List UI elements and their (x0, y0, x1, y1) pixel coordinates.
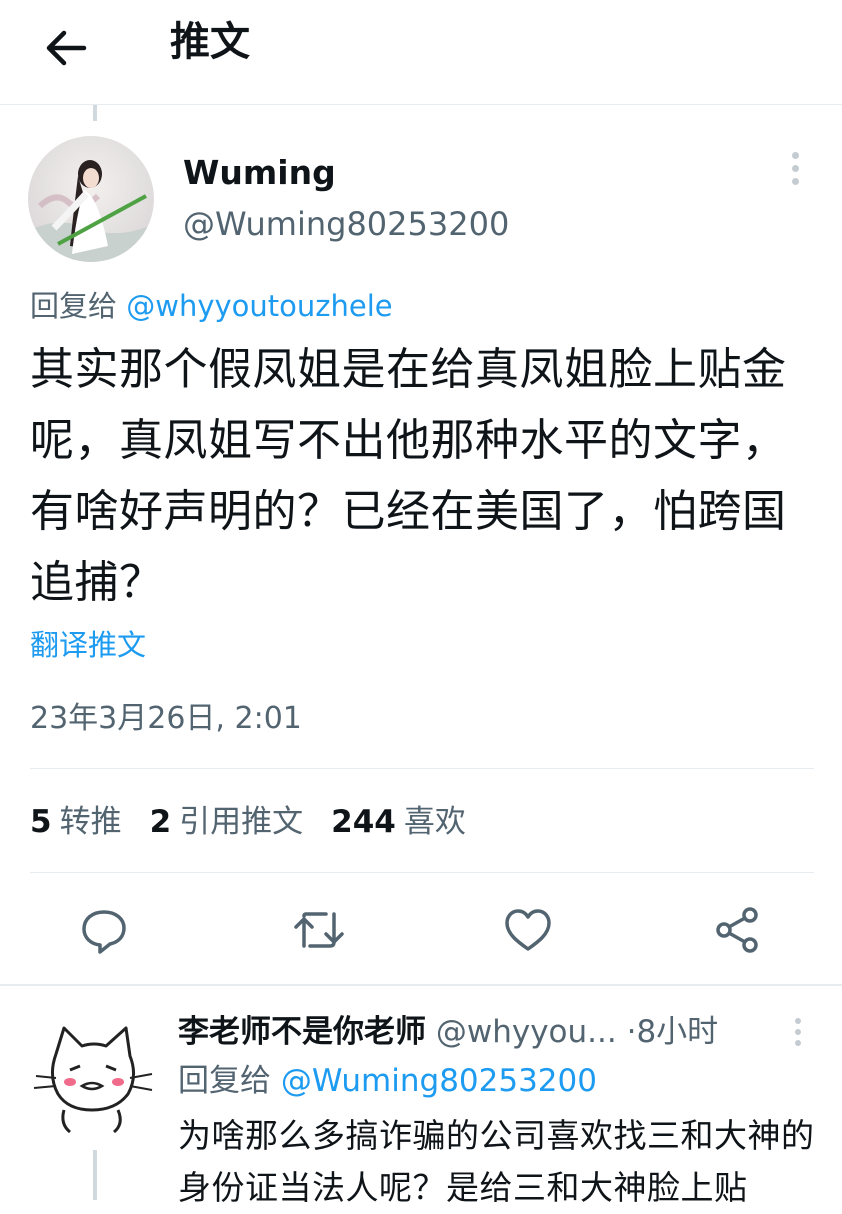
replying-to: 回复给 @whyyoutouzhele (30, 284, 393, 328)
retweet-button[interactable] (290, 902, 346, 958)
cat-sketch-avatar (30, 1014, 156, 1140)
translate-link[interactable]: 翻译推文 (30, 622, 146, 668)
avatar[interactable] (28, 136, 154, 262)
retweet-label[interactable]: 转推 (60, 804, 122, 840)
like-icon (505, 909, 551, 951)
retweet-icon (294, 912, 344, 948)
more-dots-icon (791, 152, 799, 159)
share-icon (716, 907, 758, 953)
reply-replying-to: 回复给 @Wuming80253200 (178, 1058, 597, 1104)
avatar-image (28, 136, 154, 262)
top-bar: 推文 (0, 0, 842, 105)
author-handle[interactable]: @Wuming80253200 (183, 202, 509, 246)
reply-thread-connector (93, 1150, 97, 1200)
like-count[interactable]: 244 (331, 804, 396, 840)
reply-text: 为啥那么多搞诈骗的公司喜欢找三和大神的身份证当法人呢？是给三和大神脸上贴 (178, 1116, 815, 1207)
reply-more-options-button[interactable] (788, 1018, 808, 1058)
quote-count[interactable]: 2 (150, 804, 172, 840)
reply-author-name[interactable]: 李老师不是你老师 (178, 1014, 426, 1050)
section-divider (0, 984, 842, 986)
tweet-stats: 5 转推 2 引用推文 244 喜欢 (30, 798, 494, 846)
page-title: 推文 (170, 19, 250, 65)
tweet-timestamp[interactable]: 23年3月26日, 2:01 (30, 696, 302, 742)
divider (30, 872, 814, 873)
reply-icon (82, 910, 126, 954)
reply-header: 李老师不是你老师 @whyyou... ·8小时 (178, 1008, 718, 1056)
reply-to-link[interactable]: @whyyoutouzhele (126, 289, 392, 323)
more-dots-icon (795, 1018, 801, 1024)
quote-label[interactable]: 引用推文 (179, 804, 303, 840)
separator-dot: · (626, 1014, 637, 1050)
reply-prefix: 回复给 (30, 289, 118, 323)
author-name[interactable]: Wuming (183, 150, 336, 196)
reply-to-link[interactable]: @Wuming80253200 (281, 1063, 597, 1099)
like-label[interactable]: 喜欢 (404, 804, 466, 840)
retweet-count[interactable]: 5 (30, 804, 52, 840)
more-options-button[interactable] (780, 152, 810, 196)
divider (30, 768, 814, 769)
like-button[interactable] (500, 902, 556, 958)
tweet-text: 其实那个假凤姐是在给真凤姐脸上贴金呢，真凤姐写不出他那种水平的文字，有啥好声明的… (30, 344, 787, 608)
reply-avatar[interactable] (30, 1014, 156, 1140)
back-button[interactable] (40, 22, 92, 74)
arrow-left-icon (46, 30, 87, 66)
share-button[interactable] (710, 902, 766, 958)
reply-time[interactable]: 8小时 (636, 1014, 718, 1050)
thread-connector (93, 105, 97, 121)
reply-prefix: 回复给 (178, 1063, 271, 1099)
reply-button[interactable] (76, 902, 132, 958)
reply-author-handle[interactable]: @whyyou... (436, 1014, 617, 1050)
